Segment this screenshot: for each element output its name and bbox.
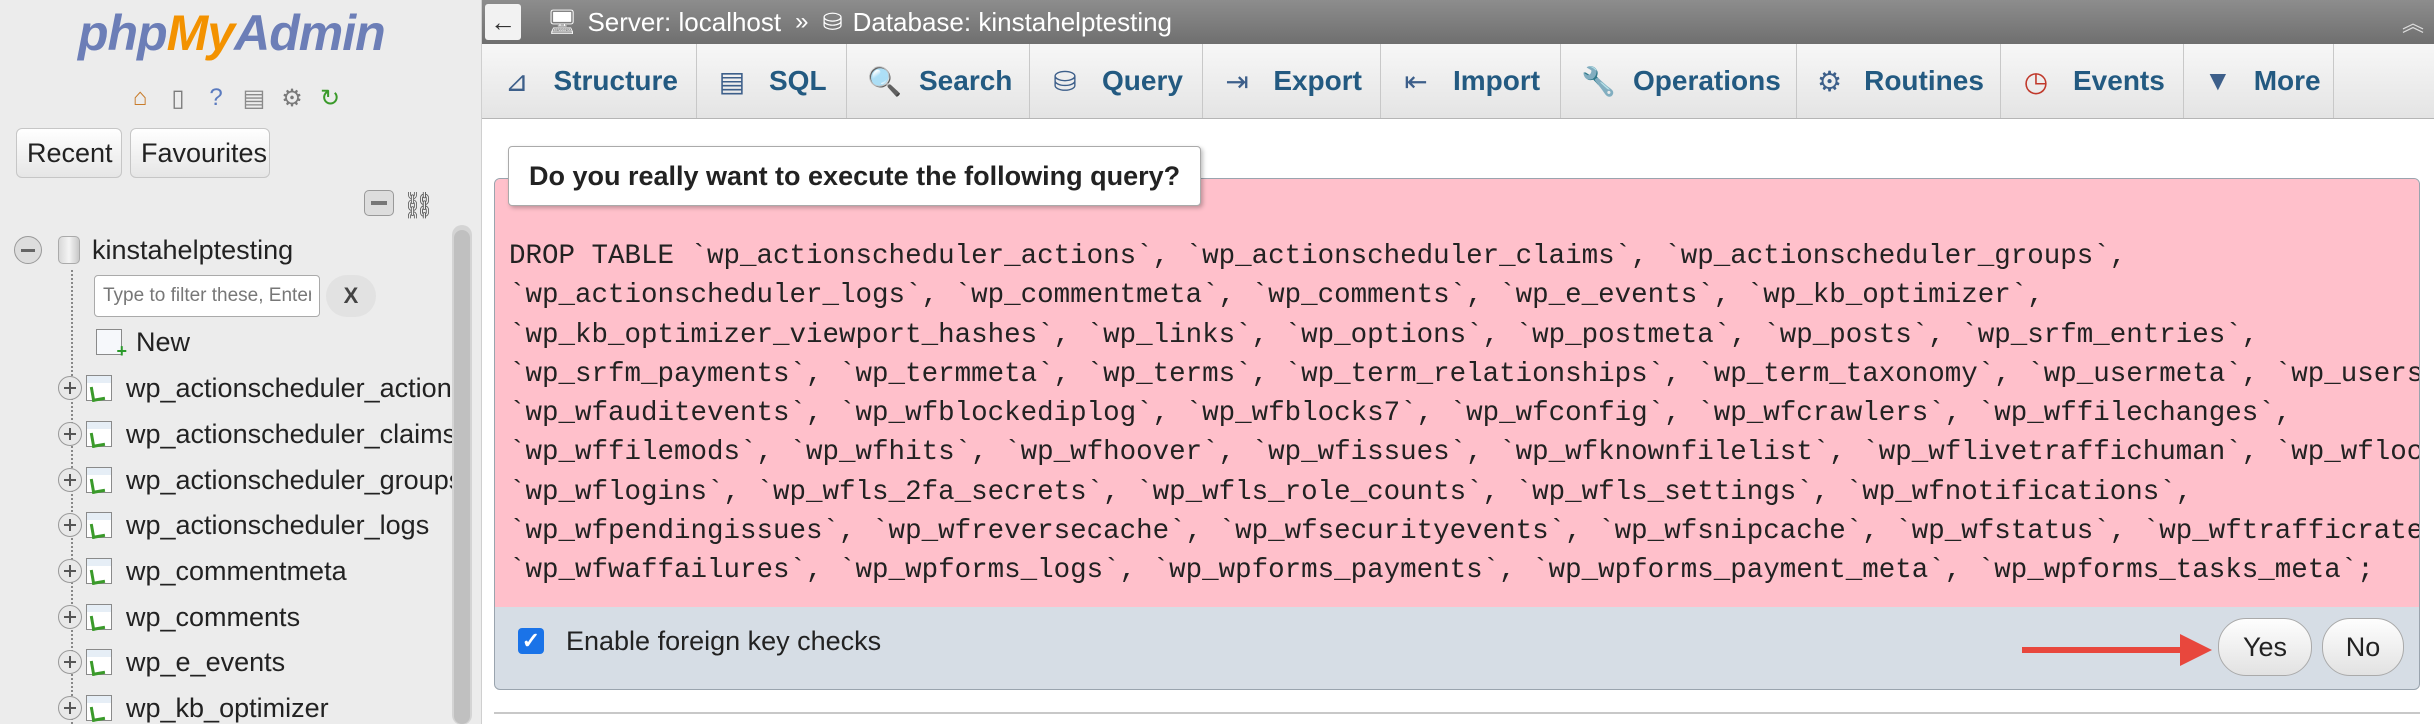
tab-sql[interactable]: ▤ SQL: [697, 44, 847, 118]
tab-operations[interactable]: 🔧 Operations: [1561, 44, 1797, 118]
breadcrumb-bar: ← 🖥 Server: localhost » ⛁ Database: kins…: [482, 0, 2434, 44]
sql-query-text: DROP TABLE `wp_actionscheduler_actions`,…: [509, 241, 2420, 587]
expand-node-icon[interactable]: [58, 559, 82, 583]
quick-links: ⌂ ▯ ? ▤ ⚙ ↻: [124, 82, 346, 114]
collapse-node-icon[interactable]: [14, 236, 42, 264]
exit-icon[interactable]: ▯: [162, 82, 194, 114]
database-tabs: ⊿ Structure ▤ SQL 🔍 Search ⛁ Query ⇥ Export ⇤…: [482, 44, 2434, 119]
reload-icon[interactable]: ↻: [314, 82, 346, 114]
table-structure-icon[interactable]: [86, 467, 112, 493]
import-icon: ⇤: [1404, 65, 1428, 97]
routines-icon: ⚙: [1817, 65, 1843, 97]
more-icon: ▼: [2204, 65, 2232, 96]
expand-node-icon[interactable]: [58, 650, 82, 674]
table-structure-icon[interactable]: [86, 558, 112, 584]
tree-item-table[interactable]: wp_e_events: [58, 642, 285, 682]
tree-item-label[interactable]: wp_actionscheduler_actions: [126, 373, 465, 404]
export-icon: ⇥: [1225, 65, 1249, 97]
breadcrumb-server[interactable]: Server: localhost: [587, 7, 781, 38]
phpmyadmin-logo[interactable]: phpMyAdmin: [78, 4, 386, 62]
tab-query[interactable]: ⛁ Query: [1030, 44, 1203, 118]
tab-structure[interactable]: ⊿ Structure: [482, 44, 697, 118]
table-filter-input[interactable]: [94, 275, 320, 317]
tree-item-table[interactable]: wp_comments: [58, 597, 300, 637]
tree-item-table[interactable]: wp_commentmeta: [58, 551, 347, 591]
expand-node-icon[interactable]: [58, 376, 82, 400]
tree-item-label[interactable]: wp_actionscheduler_groups: [126, 465, 462, 496]
settings-icon[interactable]: ⚙: [276, 82, 308, 114]
expand-node-icon[interactable]: [58, 513, 82, 537]
recent-button[interactable]: Recent: [16, 128, 122, 178]
help-icon[interactable]: ?: [200, 82, 232, 114]
expand-node-icon[interactable]: [58, 422, 82, 446]
divider: [494, 712, 2420, 714]
tab-more[interactable]: ▼ More: [2184, 44, 2334, 118]
tree-item-label[interactable]: wp_e_events: [126, 647, 285, 678]
events-icon: ◷: [2023, 65, 2049, 97]
tree-item-label[interactable]: wp_comments: [126, 602, 300, 633]
breadcrumb-separator: »: [795, 8, 809, 35]
table-structure-icon[interactable]: [86, 421, 112, 447]
link-with-main-panel-icon[interactable]: ⛓: [402, 190, 435, 221]
tab-search[interactable]: 🔍 Search: [847, 44, 1030, 118]
tree-item-label[interactable]: New: [136, 327, 190, 358]
tree-item-table[interactable]: wp_actionscheduler_groups: [58, 460, 462, 500]
tree-item-new[interactable]: New: [96, 322, 190, 362]
tree-item-label[interactable]: wp_commentmeta: [126, 556, 347, 587]
operations-icon: 🔧: [1581, 65, 1616, 97]
database-icon: ⛁: [822, 8, 843, 36]
tree-item-table[interactable]: wp_actionscheduler_logs: [58, 505, 429, 545]
tree-item-table[interactable]: wp_actionscheduler_actions: [58, 368, 465, 408]
yes-button[interactable]: Yes: [2218, 618, 2312, 676]
confirm-question: Do you really want to execute the follow…: [508, 146, 1202, 206]
foreign-key-checks-checkbox[interactable]: ✓: [518, 628, 544, 654]
back-arrow-icon[interactable]: ←: [485, 4, 521, 40]
navigation-sidebar: phpMyAdmin ⌂ ▯ ? ▤ ⚙ ↻ Recent Favourites…: [0, 0, 482, 724]
favourites-button[interactable]: Favourites: [130, 128, 270, 178]
tree-database-node[interactable]: kinstahelptesting: [14, 230, 293, 270]
tree-scrollbar-thumb[interactable]: [454, 230, 470, 724]
tab-events[interactable]: ◷ Events: [2001, 44, 2184, 118]
collapse-all-icon[interactable]: [364, 190, 394, 216]
no-button[interactable]: No: [2322, 618, 2404, 676]
confirm-query-panel: DROP TABLE `wp_actionscheduler_actions`,…: [494, 178, 2420, 690]
foreign-key-checks-label[interactable]: Enable foreign key checks: [566, 626, 881, 657]
table-structure-icon[interactable]: [86, 695, 112, 721]
tree-item-table[interactable]: wp_actionscheduler_claims: [58, 414, 456, 454]
breadcrumb-database[interactable]: Database: kinstahelptesting: [853, 7, 1172, 38]
expand-node-icon[interactable]: [58, 605, 82, 629]
structure-icon: ⊿: [505, 65, 529, 97]
table-structure-icon[interactable]: [86, 375, 112, 401]
table-structure-icon[interactable]: [86, 649, 112, 675]
database-name[interactable]: kinstahelptesting: [92, 235, 293, 266]
tree-item-label[interactable]: wp_actionscheduler_logs: [126, 510, 429, 541]
tree-item-label[interactable]: wp_actionscheduler_claims: [126, 419, 456, 450]
collapse-topbar-icon[interactable]: ︽: [2402, 6, 2424, 38]
table-structure-icon[interactable]: [86, 604, 112, 630]
annotation-arrow-icon: [2022, 634, 2212, 666]
query-preview: DROP TABLE `wp_actionscheduler_actions`,…: [495, 179, 2419, 607]
tab-export[interactable]: ⇥ Export: [1203, 44, 1381, 118]
docs-icon[interactable]: ▤: [238, 82, 270, 114]
tree-item-label[interactable]: wp_kb_optimizer: [126, 693, 329, 724]
database-icon: [58, 236, 80, 264]
search-icon: 🔍: [867, 65, 902, 97]
clear-filter-button[interactable]: X: [326, 275, 376, 317]
server-icon: 🖥: [547, 8, 578, 36]
new-table-icon: [96, 329, 127, 362]
home-icon[interactable]: ⌂: [124, 82, 156, 114]
expand-node-icon[interactable]: [58, 468, 82, 492]
sql-icon: ▤: [718, 65, 746, 97]
tab-import[interactable]: ⇤ Import: [1381, 44, 1561, 118]
tree-item-table[interactable]: wp_kb_optimizer: [58, 688, 329, 724]
table-structure-icon[interactable]: [86, 512, 112, 538]
query-icon: ⛁: [1053, 65, 1077, 97]
tab-routines[interactable]: ⚙ Routines: [1797, 44, 2001, 118]
expand-node-icon[interactable]: [58, 696, 82, 720]
